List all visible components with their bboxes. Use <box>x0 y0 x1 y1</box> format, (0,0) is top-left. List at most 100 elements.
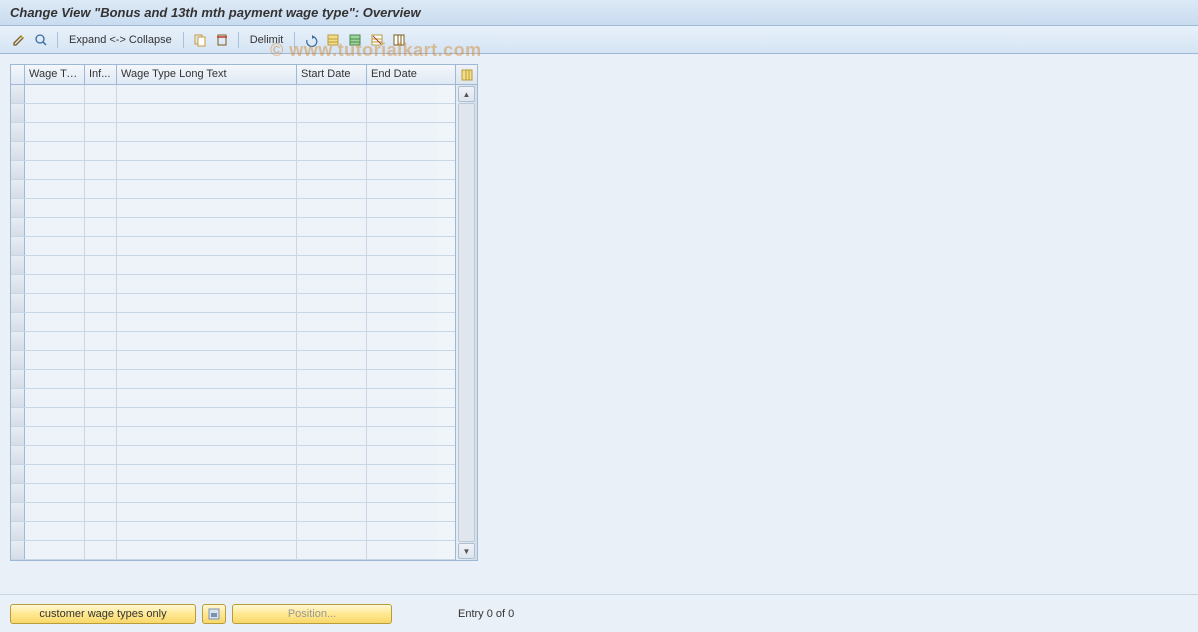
cell-wage-type[interactable] <box>25 180 85 198</box>
cell-wage-type[interactable] <box>25 104 85 122</box>
cell-long-text[interactable] <box>117 294 297 312</box>
change-icon[interactable] <box>10 31 28 49</box>
cell-start-date[interactable] <box>297 275 367 293</box>
cell-end-date[interactable] <box>367 294 437 312</box>
cell-start-date[interactable] <box>297 389 367 407</box>
cell-start-date[interactable] <box>297 503 367 521</box>
cell-end-date[interactable] <box>367 256 437 274</box>
copy-icon[interactable] <box>191 31 209 49</box>
cell-wage-type[interactable] <box>25 484 85 502</box>
scroll-up-button[interactable]: ▲ <box>458 86 475 102</box>
cell-start-date[interactable] <box>297 294 367 312</box>
cell-infotype[interactable] <box>85 389 117 407</box>
cell-infotype[interactable] <box>85 541 117 559</box>
col-start-date[interactable]: Start Date <box>297 65 367 84</box>
cell-long-text[interactable] <box>117 142 297 160</box>
cell-start-date[interactable] <box>297 142 367 160</box>
row-selector[interactable] <box>11 503 25 521</box>
row-selector[interactable] <box>11 123 25 141</box>
cell-wage-type[interactable] <box>25 427 85 445</box>
cell-infotype[interactable] <box>85 256 117 274</box>
col-long-text[interactable]: Wage Type Long Text <box>117 65 297 84</box>
cell-end-date[interactable] <box>367 218 437 236</box>
cell-long-text[interactable] <box>117 332 297 350</box>
cell-infotype[interactable] <box>85 104 117 122</box>
cell-start-date[interactable] <box>297 104 367 122</box>
cell-infotype[interactable] <box>85 351 117 369</box>
table-row[interactable] <box>11 465 455 484</box>
cell-long-text[interactable] <box>117 85 297 103</box>
position-button[interactable]: Position... <box>232 604 392 624</box>
table-row[interactable] <box>11 370 455 389</box>
cell-infotype[interactable] <box>85 218 117 236</box>
undo-icon[interactable] <box>302 31 320 49</box>
cell-start-date[interactable] <box>297 370 367 388</box>
cell-start-date[interactable] <box>297 256 367 274</box>
col-end-date[interactable]: End Date <box>367 65 437 84</box>
cell-wage-type[interactable] <box>25 199 85 217</box>
cell-long-text[interactable] <box>117 199 297 217</box>
cell-end-date[interactable] <box>367 408 437 426</box>
cell-start-date[interactable] <box>297 484 367 502</box>
scroll-track[interactable] <box>458 103 475 542</box>
cell-wage-type[interactable] <box>25 465 85 483</box>
row-selector[interactable] <box>11 313 25 331</box>
cell-start-date[interactable] <box>297 541 367 559</box>
delimit-label[interactable]: Delimit <box>246 34 288 46</box>
row-selector[interactable] <box>11 256 25 274</box>
table-row[interactable] <box>11 408 455 427</box>
row-selector[interactable] <box>11 389 25 407</box>
cell-wage-type[interactable] <box>25 503 85 521</box>
row-selector[interactable] <box>11 85 25 103</box>
cell-long-text[interactable] <box>117 161 297 179</box>
row-selector[interactable] <box>11 294 25 312</box>
cell-start-date[interactable] <box>297 199 367 217</box>
row-selector[interactable] <box>11 104 25 122</box>
cell-infotype[interactable] <box>85 161 117 179</box>
table-row[interactable] <box>11 389 455 408</box>
table-row[interactable] <box>11 180 455 199</box>
table-row[interactable] <box>11 541 455 560</box>
cell-end-date[interactable] <box>367 389 437 407</box>
cell-infotype[interactable] <box>85 237 117 255</box>
cell-start-date[interactable] <box>297 522 367 540</box>
cell-infotype[interactable] <box>85 275 117 293</box>
cell-infotype[interactable] <box>85 370 117 388</box>
cell-infotype[interactable] <box>85 199 117 217</box>
cell-end-date[interactable] <box>367 161 437 179</box>
row-selector[interactable] <box>11 161 25 179</box>
table-row[interactable] <box>11 123 455 142</box>
cell-infotype[interactable] <box>85 522 117 540</box>
table-row[interactable] <box>11 427 455 446</box>
deselect-all-icon[interactable] <box>368 31 386 49</box>
cell-infotype[interactable] <box>85 484 117 502</box>
delete-icon[interactable] <box>213 31 231 49</box>
cell-wage-type[interactable] <box>25 85 85 103</box>
cell-long-text[interactable] <box>117 351 297 369</box>
cell-long-text[interactable] <box>117 522 297 540</box>
col-infotype[interactable]: Inf... <box>85 65 117 84</box>
table-row[interactable] <box>11 142 455 161</box>
row-selector[interactable] <box>11 484 25 502</box>
cell-start-date[interactable] <box>297 427 367 445</box>
cell-start-date[interactable] <box>297 85 367 103</box>
cell-long-text[interactable] <box>117 275 297 293</box>
row-selector[interactable] <box>11 275 25 293</box>
table-row[interactable] <box>11 313 455 332</box>
cell-start-date[interactable] <box>297 218 367 236</box>
row-selector[interactable] <box>11 370 25 388</box>
row-selector[interactable] <box>11 237 25 255</box>
cell-end-date[interactable] <box>367 142 437 160</box>
table-row[interactable] <box>11 85 455 104</box>
column-config-icon[interactable] <box>390 31 408 49</box>
cell-wage-type[interactable] <box>25 275 85 293</box>
cell-long-text[interactable] <box>117 427 297 445</box>
cell-end-date[interactable] <box>367 237 437 255</box>
cell-start-date[interactable] <box>297 180 367 198</box>
row-selector[interactable] <box>11 427 25 445</box>
table-row[interactable] <box>11 199 455 218</box>
cell-start-date[interactable] <box>297 123 367 141</box>
cell-long-text[interactable] <box>117 541 297 559</box>
cell-wage-type[interactable] <box>25 218 85 236</box>
cell-infotype[interactable] <box>85 123 117 141</box>
